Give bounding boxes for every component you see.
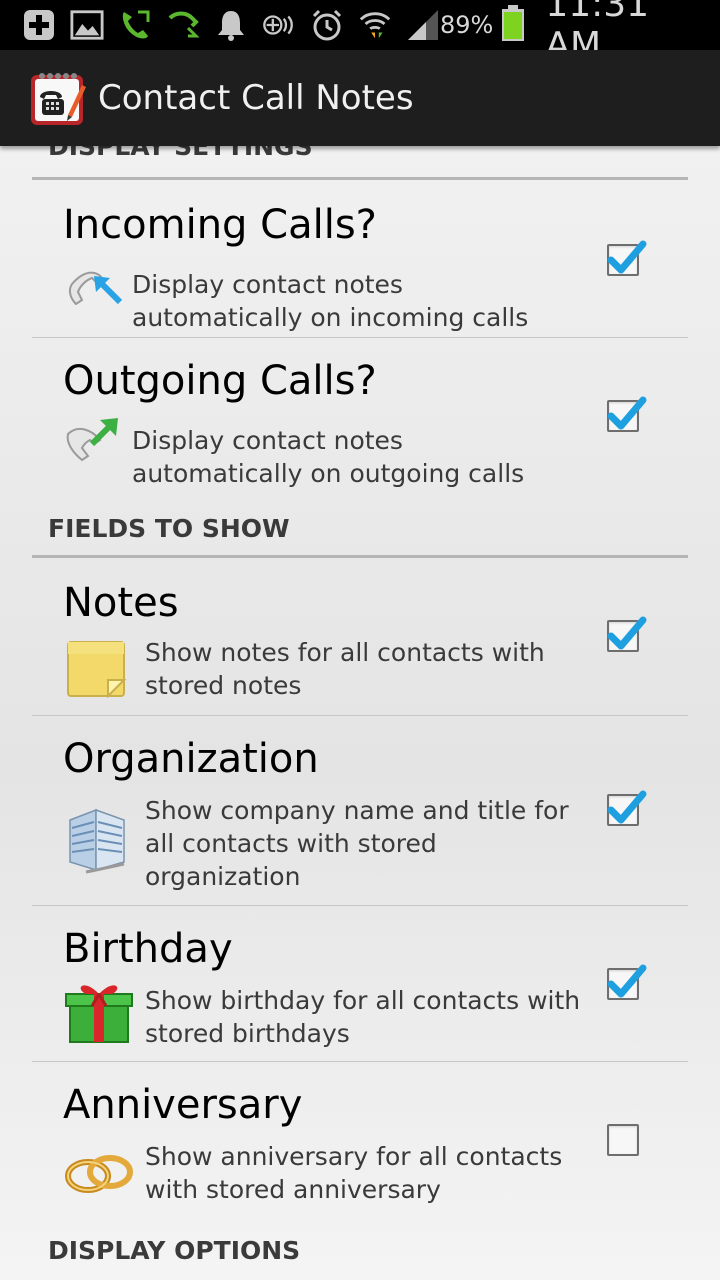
notification-bell-icon — [214, 8, 248, 42]
outgoing-calls-checkbox[interactable] — [607, 396, 647, 432]
add-icon — [22, 8, 56, 42]
incoming-call-icon — [64, 260, 123, 314]
section-header-display-settings: DISPLAY SETTINGS — [32, 146, 688, 180]
pref-summary: Show anniversary for all contacts with s… — [145, 1142, 563, 1204]
image-icon — [70, 8, 104, 42]
pref-title: Anniversary — [63, 1082, 303, 1128]
section-title: DISPLAY SETTINGS — [48, 146, 313, 161]
app-notepad-phone-icon[interactable] — [28, 69, 86, 127]
pref-birthday[interactable]: Birthday Show birthday for all contacts … — [32, 906, 688, 1062]
birthday-checkbox[interactable] — [607, 964, 647, 1000]
pref-summary: Display contact notes automatically on i… — [132, 270, 529, 332]
pref-summary: Display contact notes automatically on o… — [132, 426, 525, 488]
pref-title: Notes — [63, 580, 179, 626]
section-header-display-options: DISPLAY OPTIONS — [32, 1236, 688, 1280]
signal-icon — [406, 8, 440, 42]
pref-outgoing-calls[interactable]: Outgoing Calls? Display contact notes au… — [32, 338, 688, 500]
phone-call-icon — [118, 8, 152, 42]
pref-summary: Show notes for all contacts with stored … — [145, 638, 545, 700]
gift-icon — [64, 976, 134, 1050]
notes-checkbox[interactable] — [607, 616, 647, 652]
nfc-icon — [262, 8, 296, 42]
alarm-icon — [310, 8, 344, 42]
pref-organization[interactable]: Organization Show company name and title… — [32, 716, 688, 906]
pref-title: Organization — [63, 736, 319, 782]
pref-notes[interactable]: Notes Show notes for all contacts with s… — [32, 558, 688, 716]
building-icon — [64, 806, 130, 880]
preferences-list[interactable]: DISPLAY SETTINGS Incoming Calls? Display… — [0, 146, 720, 1280]
pref-title: Incoming Calls? — [63, 202, 377, 248]
wifi-icon — [358, 8, 392, 42]
pref-title: Outgoing Calls? — [63, 358, 377, 404]
pref-summary: Show birthday for all contacts with stor… — [145, 986, 581, 1048]
battery-percent: 89% — [440, 11, 494, 39]
sticky-note-icon — [64, 638, 128, 704]
anniversary-checkbox[interactable] — [607, 1124, 639, 1156]
pref-title: Birthday — [63, 926, 233, 972]
section-title: DISPLAY OPTIONS — [48, 1236, 301, 1265]
section-header-fields-to-show: FIELDS TO SHOW — [32, 510, 688, 558]
status-bar: 89% 11:31 AM — [0, 0, 720, 66]
organization-checkbox[interactable] — [607, 790, 647, 826]
app-title: Contact Call Notes — [98, 78, 414, 118]
pref-incoming-calls[interactable]: Incoming Calls? Display contact notes au… — [32, 182, 688, 338]
outgoing-call-icon — [64, 414, 122, 470]
incoming-calls-checkbox[interactable] — [607, 240, 647, 276]
wedding-rings-icon — [64, 1150, 134, 1200]
section-title: FIELDS TO SHOW — [48, 514, 290, 543]
pref-anniversary[interactable]: Anniversary Show anniversary for all con… — [32, 1062, 688, 1220]
missed-call-icon — [166, 8, 200, 42]
action-bar: Contact Call Notes — [0, 50, 720, 146]
battery-icon — [501, 5, 525, 45]
pref-summary: Show company name and title for all cont… — [145, 796, 569, 891]
